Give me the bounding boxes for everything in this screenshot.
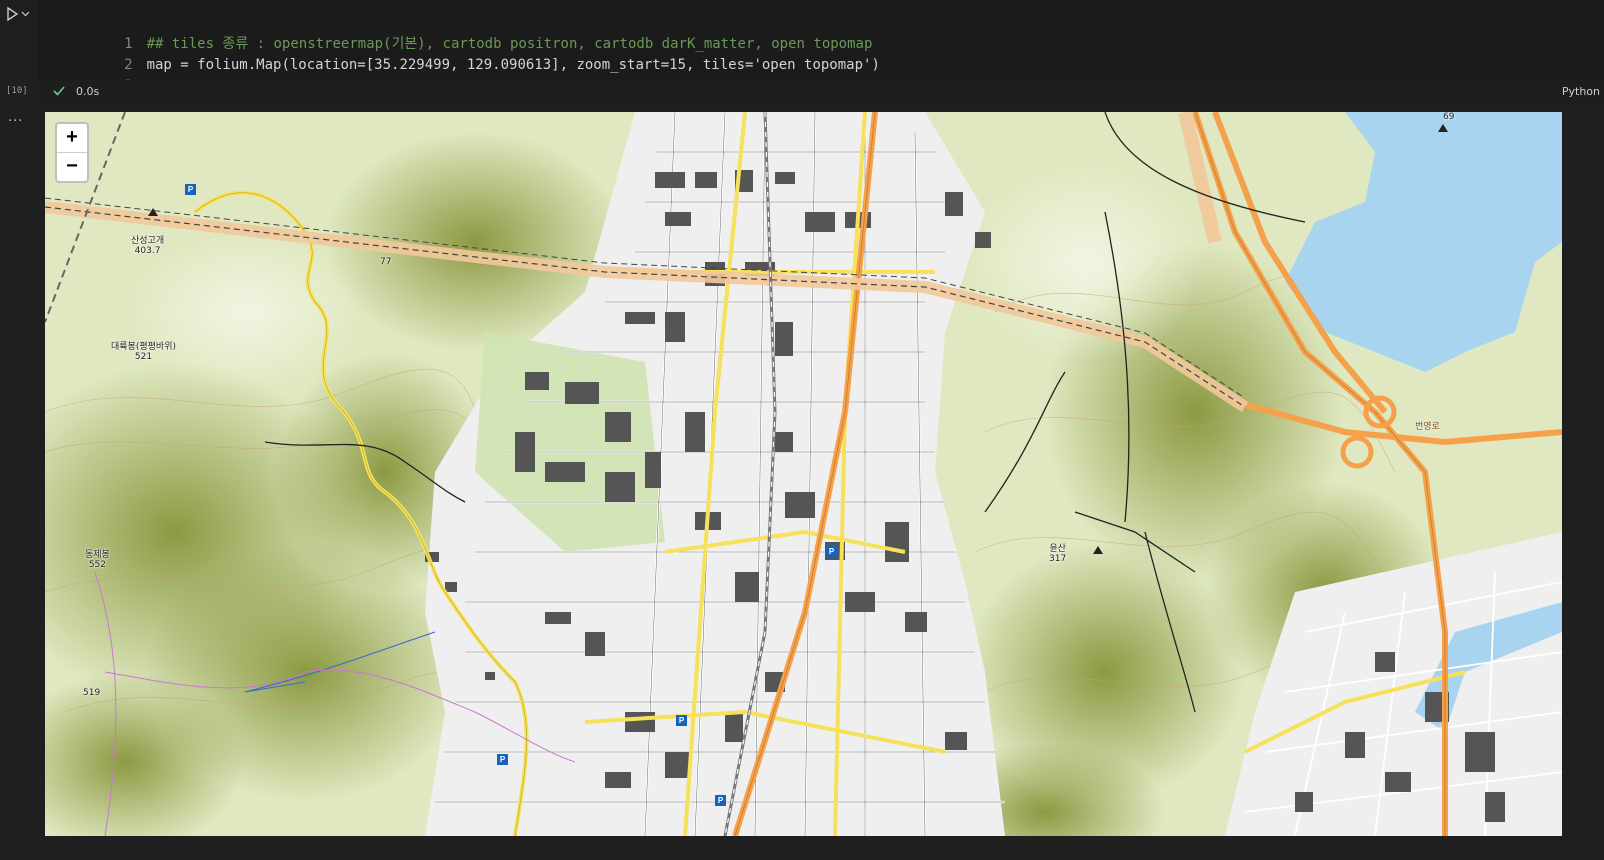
run-cell-button[interactable] [6,4,36,24]
topo-map-tiles[interactable] [45,112,1562,836]
chevron-down-icon[interactable] [21,11,30,17]
peak1-name: 대륙봉(평평바위) [111,342,176,352]
map-label-peak2: 동제봉 552 [85,550,110,570]
parking-icon: P [715,795,726,806]
peak5-elevation: 69 [1443,112,1455,122]
expressway-label: 번영로 [1415,422,1440,432]
pass-elevation: 403.7 [134,246,161,256]
pass-name: 산성고개 [131,236,165,246]
parking-icon: P [185,184,196,195]
kernel-language[interactable]: Python [1562,85,1600,98]
code-line-3[interactable]: 3map [38,55,172,94]
more-actions-button[interactable]: ... [8,110,23,125]
code-text: map = folium.Map(location=[35.229499, 12… [146,57,880,73]
execution-count: [10] [6,86,28,96]
peak2-name: 동제봉 [85,550,110,560]
parking-icon: P [497,754,508,765]
notebook-cell: 1 ## tiles 종류 : openstreermap(기본), cartod… [38,0,1604,104]
checkmark-icon [53,86,65,96]
map-label-peak1: 대륙봉(평평바위) 521 [111,342,176,362]
peak4-elevation: 317 [1049,554,1067,564]
peak3-elevation: 519 [83,688,101,698]
map-label-peak4: 윤산 317 [1049,544,1066,564]
map-output[interactable]: + − 산성고개 403.7 77 대륙봉(평평바위) 521 동제봉 552 … [45,112,1562,836]
parking-icon: P [676,715,687,726]
code-line-2[interactable]: 2 map = folium.Map(location=[35.229499, 1… [38,34,880,73]
cell-status-bar: 0.0s Python [38,80,1604,104]
parking-icon: P [826,546,837,557]
zoom-control: + − [55,122,89,183]
code-line-1[interactable]: 1 ## tiles 종류 : openstreermap(기본), cartod… [38,13,872,52]
execution-duration: 0.0s [76,85,100,98]
peak2-elevation: 552 [88,560,107,570]
peak1-elevation: 521 [134,352,153,362]
peak4-name: 윤산 [1049,544,1066,554]
cell-gutter: [10] ... [0,0,38,860]
zoom-in-button[interactable]: + [57,124,87,152]
map-label-pass: 산성고개 403.7 [131,236,164,256]
road-number-label: 77 [380,257,392,267]
play-icon [7,7,18,21]
code-editor[interactable]: 1 ## tiles 종류 : openstreermap(기본), cartod… [38,0,1604,94]
zoom-out-button[interactable]: − [57,152,87,181]
